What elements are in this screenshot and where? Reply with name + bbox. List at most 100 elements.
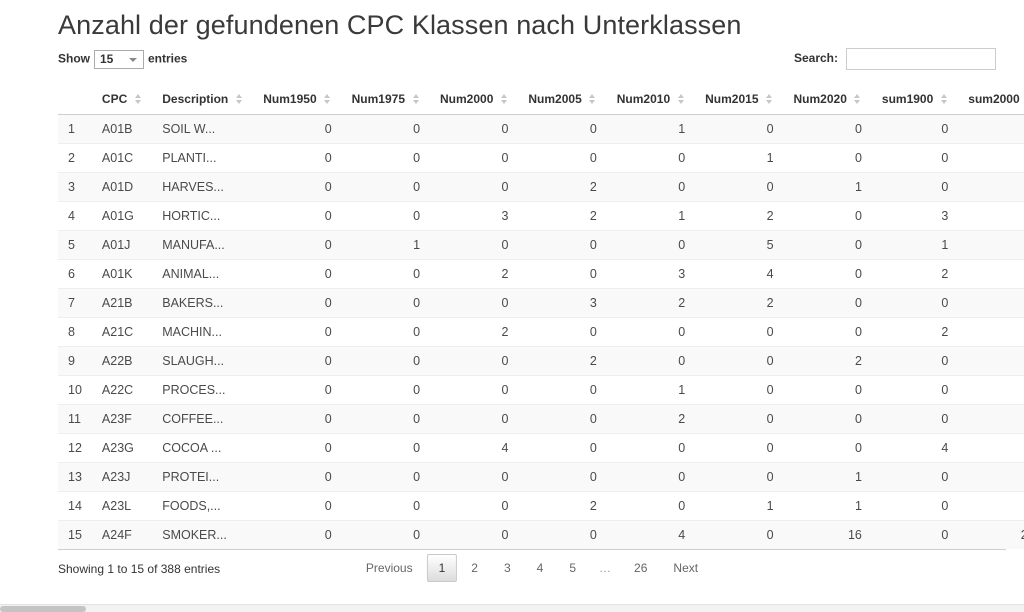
cell-sum1900: 3	[871, 201, 959, 231]
table-row[interactable]: 2A01CPLANTI...000001001	[58, 143, 1024, 173]
cell-num2000: 0	[430, 491, 519, 521]
table-row[interactable]: 10A22CPROCES...000010001	[58, 375, 1024, 405]
cell-description: FOODS,...	[152, 491, 254, 521]
cell-num2015: 0	[695, 346, 784, 376]
cell-cpc: A22B	[91, 346, 153, 376]
column-header-num2015[interactable]: Num2015	[695, 84, 784, 115]
search-label: Search:	[793, 51, 838, 66]
cell-num2000: 0	[430, 346, 519, 376]
cell-num1950: 0	[253, 491, 342, 521]
cell-num2020: 0	[783, 114, 872, 144]
column-header-num2005[interactable]: Num2005	[518, 84, 607, 115]
cell-num2020: 0	[783, 143, 872, 173]
cell-num2020: 0	[783, 288, 872, 318]
cell-num2015: 0	[695, 375, 784, 405]
page-length-select[interactable]: 15	[94, 50, 144, 69]
table-row[interactable]: 15A24FSMOKER...00004016020	[58, 520, 1024, 549]
column-header-label: Num1975	[351, 92, 406, 106]
cell-num2020: 1	[783, 172, 872, 202]
pagination-page-26[interactable]: 26	[622, 554, 659, 582]
cell-sum1900: 0	[871, 462, 959, 492]
pagination-page-2[interactable]: 2	[459, 554, 490, 582]
cell-description: COFFEE...	[152, 404, 254, 434]
table-row[interactable]: 1A01BSOIL W...000010001	[58, 114, 1024, 144]
pagination-next[interactable]: Next	[661, 554, 705, 582]
column-header-label: Num2005	[528, 92, 582, 106]
column-header-num1950[interactable]: Num1950	[253, 84, 342, 115]
cell-num2010: 0	[606, 143, 696, 173]
cell-num2005: 0	[518, 114, 607, 144]
column-header-sum1900[interactable]: sum1900	[871, 84, 959, 115]
cell-num1950: 0	[253, 288, 342, 318]
cell-num2010: 2	[606, 288, 696, 318]
table-row[interactable]: 4A01GHORTIC...003212035	[58, 201, 1024, 231]
cell-description: COCOA ...	[152, 433, 254, 463]
pagination-page-4[interactable]: 4	[525, 554, 556, 582]
search-input[interactable]	[846, 48, 996, 70]
cell-cpc: A21B	[91, 288, 153, 318]
table-row[interactable]: 7A21BBAKERS...000322007	[58, 288, 1024, 318]
cell-sum1900: 0	[871, 375, 959, 405]
table-row[interactable]: 3A01DHARVES...000200103	[58, 172, 1024, 202]
column-header-num1975[interactable]: Num1975	[341, 84, 431, 115]
cell-num2000: 0	[430, 404, 519, 434]
cell-num2005: 2	[518, 201, 607, 231]
cell-num2020: 0	[783, 259, 872, 289]
cell-num1950: 0	[253, 346, 342, 376]
cell-sum1900: 2	[871, 317, 959, 347]
cell-num2005: 0	[518, 230, 607, 260]
cell-num1975: 0	[341, 491, 431, 521]
cell-sum2000: 0	[958, 433, 1024, 463]
table-footer: Showing 1 to 15 of 388 entries Previous 1…	[58, 550, 1006, 584]
left-gutter	[0, 0, 40, 612]
pagination-previous[interactable]: Previous	[359, 554, 425, 582]
cell-cpc: A01C	[91, 143, 153, 173]
pagination-page-1[interactable]: 1	[426, 554, 458, 582]
cell-sum2000: 1	[958, 375, 1024, 405]
column-header-label: sum1900	[881, 92, 934, 106]
table-row[interactable]: 9A22BSLAUGH...000200204	[58, 346, 1024, 376]
table-row[interactable]: 13A23JPROTEI...000000101	[58, 462, 1024, 492]
table-row[interactable]: 12A23GCOCOA ...004000040	[58, 433, 1024, 463]
cell-num2000: 0	[430, 114, 519, 144]
cell-num2015: 1	[695, 491, 784, 521]
table-row[interactable]: 6A01KANIMAL...002034027	[58, 259, 1024, 289]
cell-sum2000: 3	[958, 172, 1024, 202]
table-row[interactable]: 8A21CMACHIN...002000020	[58, 317, 1024, 347]
horizontal-scrollbar[interactable]	[0, 604, 1024, 612]
show-label: Show	[58, 51, 90, 66]
column-header-cpc[interactable]: CPC	[91, 84, 153, 115]
pagination-page-5[interactable]: 5	[557, 554, 588, 582]
cell-sum2000: 1	[958, 462, 1024, 492]
column-header-num2000[interactable]: Num2000	[430, 84, 519, 115]
cell-cpc: A21C	[91, 317, 153, 347]
column-header-num2020[interactable]: Num2020	[783, 84, 872, 115]
cell-num1950: 0	[253, 433, 342, 463]
scrollbar-thumb[interactable]	[0, 606, 86, 612]
sort-arrows-icon	[765, 93, 774, 104]
cell-num2000: 4	[430, 433, 519, 463]
pagination-page-3[interactable]: 3	[492, 554, 523, 582]
column-header-label: Description	[162, 92, 229, 106]
cell-num2015: 0	[695, 433, 784, 463]
table-row[interactable]: 14A23LFOODS,...000201104	[58, 491, 1024, 521]
cell-num2005: 0	[518, 143, 607, 173]
cell-cpc: A01G	[91, 201, 153, 231]
cell-sum2000: 0	[958, 317, 1024, 347]
cell-num1950: 0	[253, 230, 342, 260]
sort-arrows-icon	[676, 93, 685, 104]
sort-arrows-icon	[499, 93, 508, 104]
cell-num2010: 0	[606, 317, 696, 347]
cell-index: 7	[58, 288, 92, 318]
column-header-description[interactable]: Description	[152, 84, 254, 115]
cell-num1975: 0	[341, 433, 431, 463]
table-row[interactable]: 11A23FCOFFEE...000020002	[58, 404, 1024, 434]
table-row[interactable]: 5A01JMANUFA...010005015	[58, 230, 1024, 260]
sort-arrows-icon	[234, 93, 243, 104]
cell-num2005: 0	[518, 433, 607, 463]
table-body: 1A01BSOIL W...0000100012A01CPLANTI...000…	[58, 114, 1024, 549]
cell-num1975: 0	[341, 520, 431, 549]
column-header-num2010[interactable]: Num2010	[606, 84, 696, 115]
column-header-sum2000[interactable]: sum2000	[958, 84, 1024, 115]
cell-num2005: 0	[518, 462, 607, 492]
